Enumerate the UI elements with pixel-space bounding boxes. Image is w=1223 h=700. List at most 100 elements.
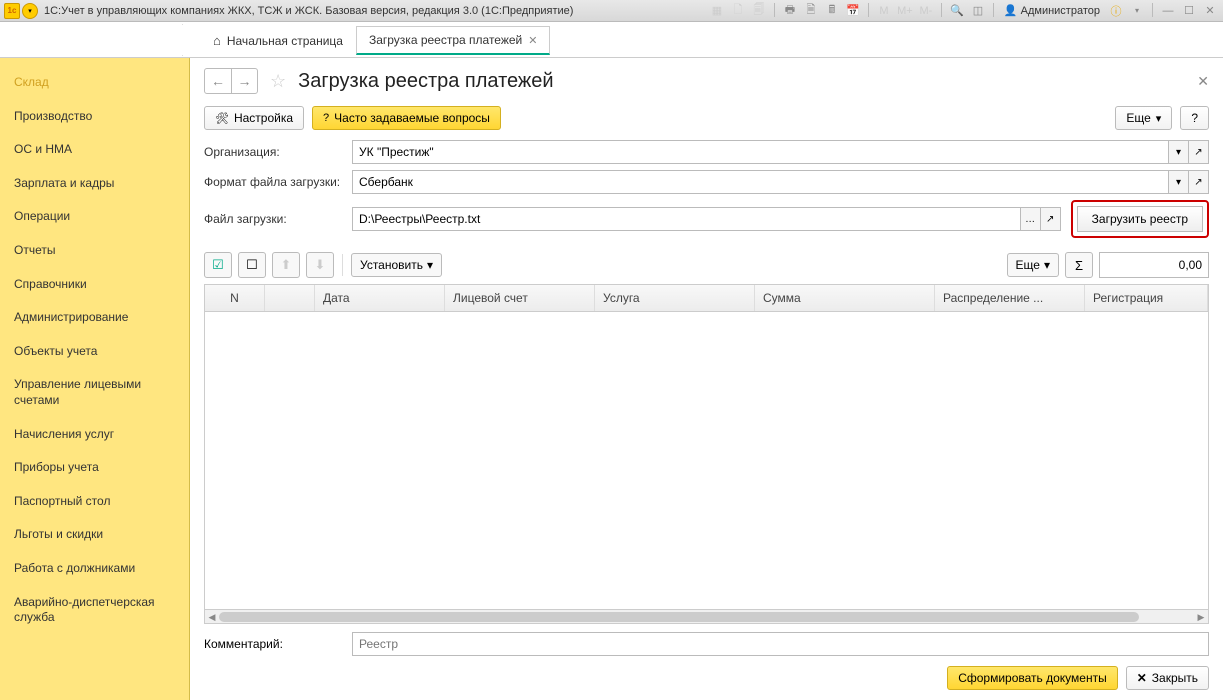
org-dropdown-icon[interactable]: ▾ <box>1169 140 1189 164</box>
comment-input[interactable] <box>352 632 1209 656</box>
tabs: ⌂ Начальная страница Загрузка реестра пл… <box>0 25 1223 55</box>
close-icon: ✕ <box>1137 671 1147 685</box>
col-distribution[interactable]: Распределение ... <box>935 285 1085 311</box>
sidebar: Склад Производство ОС и НМА Зарплата и к… <box>0 58 190 700</box>
info-icon[interactable]: ⓘ <box>1107 3 1125 19</box>
settings-icon: 🛠 <box>215 112 229 125</box>
tab-home[interactable]: ⌂ Начальная страница <box>200 26 356 55</box>
move-up-button[interactable]: ⬆ <box>272 252 300 278</box>
sidebar-item-accounting-objects[interactable]: Объекты учета <box>0 335 189 369</box>
minimize-icon[interactable]: — <box>1159 3 1177 19</box>
tab-close-icon[interactable]: ✕ <box>528 34 537 47</box>
nav-forward-button[interactable]: → <box>231 69 257 93</box>
sidebar-item-os-nma[interactable]: ОС и НМА <box>0 133 189 167</box>
sidebar-item-charges[interactable]: Начисления услуг <box>0 418 189 452</box>
generate-documents-button[interactable]: Сформировать документы <box>947 666 1118 690</box>
col-service[interactable]: Услуга <box>595 285 755 311</box>
main-content: ← → ☆ Загрузка реестра платежей ✕ 🛠 Наст… <box>190 58 1223 700</box>
sidebar-item-debtors[interactable]: Работа с должниками <box>0 552 189 586</box>
sidebar-item-meters[interactable]: Приборы учета <box>0 451 189 485</box>
nav-buttons: ← → <box>204 68 258 94</box>
faq-button[interactable]: ? Часто задаваемые вопросы <box>312 106 501 130</box>
app-menu-dropdown[interactable]: ▾ <box>22 3 38 19</box>
chevron-down-icon: ▾ <box>1044 258 1050 272</box>
move-down-button[interactable]: ⬇ <box>306 252 334 278</box>
sidebar-item-passport[interactable]: Паспортный стол <box>0 485 189 519</box>
org-open-icon[interactable]: ↗ <box>1189 140 1209 164</box>
load-registry-button[interactable]: Загрузить реестр <box>1077 206 1203 232</box>
sidebar-item-discounts[interactable]: Льготы и скидки <box>0 518 189 552</box>
table-body[interactable] <box>205 312 1208 609</box>
tb-icon-2[interactable]: 🗋 <box>729 3 747 19</box>
sidebar-item-dispatch[interactable]: Аварийно-диспетчерская служба <box>0 586 189 635</box>
favorite-star-icon[interactable]: ☆ <box>270 71 286 92</box>
sidebar-item-salary[interactable]: Зарплата и кадры <box>0 167 189 201</box>
scroll-left-icon[interactable]: ◀ <box>205 610 219 624</box>
scroll-right-icon[interactable]: ▶ <box>1194 610 1208 624</box>
user-label[interactable]: 👤Администратор <box>1004 3 1100 19</box>
org-label: Организация: <box>204 145 352 159</box>
sidebar-item-admin[interactable]: Администрирование <box>0 301 189 335</box>
more-button-table[interactable]: Еще ▾ <box>1007 253 1059 277</box>
page-title: Загрузка реестра платежей <box>298 70 553 93</box>
tb-icon-5[interactable]: 🗎 <box>802 3 820 19</box>
format-open-icon[interactable]: ↗ <box>1189 170 1209 194</box>
horizontal-scrollbar[interactable]: ◀ ▶ <box>205 609 1208 623</box>
col-sum[interactable]: Сумма <box>755 285 935 311</box>
check-all-button[interactable]: ☑ <box>204 252 232 278</box>
page-close-icon[interactable]: ✕ <box>1197 73 1209 90</box>
tab-active-label: Загрузка реестра платежей <box>369 33 522 47</box>
maximize-icon[interactable]: ☐ <box>1180 3 1198 19</box>
col-registration[interactable]: Регистрация <box>1085 285 1208 311</box>
uncheck-all-button[interactable]: ☐ <box>238 252 266 278</box>
file-open-icon[interactable]: ↗ <box>1041 207 1061 231</box>
col-n[interactable]: N <box>205 285 265 311</box>
more-button-top[interactable]: Еще ▾ <box>1115 106 1172 130</box>
table-header: N Дата Лицевой счет Услуга Сумма Распред… <box>205 285 1208 312</box>
tab-home-label: Начальная страница <box>227 34 343 48</box>
faq-icon: ? <box>323 112 329 124</box>
scroll-thumb[interactable] <box>219 612 1139 622</box>
tb-icon-3[interactable]: 🗐 <box>750 3 768 19</box>
m-plus-icon[interactable]: M+ <box>896 3 914 19</box>
file-input[interactable] <box>352 207 1021 231</box>
sigma-button[interactable]: Σ <box>1065 252 1093 278</box>
zoom-icon[interactable]: 🔍 <box>948 3 966 19</box>
format-dropdown-icon[interactable]: ▾ <box>1169 170 1189 194</box>
file-browse-icon[interactable]: … <box>1021 207 1041 231</box>
m-minus-icon[interactable]: M- <box>917 3 935 19</box>
set-button[interactable]: Установить ▾ <box>351 253 442 277</box>
sidebar-item-production[interactable]: Производство <box>0 100 189 134</box>
registry-table: N Дата Лицевой счет Услуга Сумма Распред… <box>204 284 1209 624</box>
calendar-icon[interactable]: 📅 <box>844 3 862 19</box>
sidebar-item-sklad[interactable]: Склад <box>0 66 189 100</box>
close-window-icon[interactable]: ✕ <box>1201 3 1219 19</box>
sidebar-item-operations[interactable]: Операции <box>0 200 189 234</box>
sidebar-item-accounts-mgmt[interactable]: Управление лицевыми счетами <box>0 368 189 417</box>
help-button[interactable]: ? <box>1180 106 1209 130</box>
windows-icon[interactable]: ◫ <box>969 3 987 19</box>
col-date[interactable]: Дата <box>315 285 445 311</box>
load-registry-highlight: Загрузить реестр <box>1071 200 1209 238</box>
titlebar: 1c ▾ 1С:Учет в управляющих компаниях ЖКХ… <box>0 0 1223 22</box>
home-icon: ⌂ <box>213 33 221 48</box>
col-account[interactable]: Лицевой счет <box>445 285 595 311</box>
sidebar-item-dictionaries[interactable]: Справочники <box>0 268 189 302</box>
m-icon[interactable]: M <box>875 3 893 19</box>
close-button[interactable]: ✕ Закрыть <box>1126 666 1209 690</box>
chevron-down-icon: ▾ <box>1156 112 1162 125</box>
settings-button[interactable]: 🛠 Настройка <box>204 106 304 130</box>
nav-back-button[interactable]: ← <box>205 69 231 93</box>
tb-icon-1[interactable]: ▦ <box>708 3 726 19</box>
sum-field[interactable] <box>1099 252 1209 278</box>
sidebar-item-reports[interactable]: Отчеты <box>0 234 189 268</box>
print-icon[interactable]: 🖶 <box>781 3 799 19</box>
chevron-down-icon: ▾ <box>427 258 433 272</box>
calculator-icon[interactable]: 🖩 <box>823 3 841 19</box>
tab-registry-load[interactable]: Загрузка реестра платежей ✕ <box>356 26 551 55</box>
col-check[interactable] <box>265 285 315 311</box>
app-logo-icon: 1c <box>4 3 20 19</box>
format-input[interactable] <box>352 170 1169 194</box>
info-dropdown-icon[interactable]: ▾ <box>1128 3 1146 19</box>
org-input[interactable] <box>352 140 1169 164</box>
